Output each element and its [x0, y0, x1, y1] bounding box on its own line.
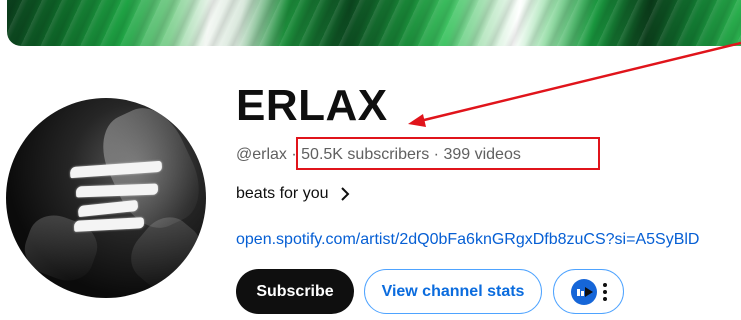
channel-description[interactable]: beats for you — [236, 184, 351, 204]
chevron-right-icon — [340, 187, 349, 201]
annotation-highlight-box — [296, 137, 600, 170]
channel-avatar[interactable] — [6, 98, 206, 298]
avatar-stroke — [73, 217, 145, 232]
view-channel-stats-button[interactable]: View channel stats — [364, 269, 542, 314]
description-text: beats for you — [236, 185, 329, 202]
avatar-stroke — [77, 199, 139, 218]
channel-banner — [7, 0, 741, 46]
extension-button[interactable] — [553, 269, 624, 314]
channel-handle: @erlax — [236, 146, 287, 163]
subscribe-button[interactable]: Subscribe — [236, 269, 354, 314]
annotation-arrow-head — [408, 114, 426, 127]
extension-logo-icon — [570, 278, 597, 305]
channel-name: ERLAX — [236, 81, 388, 130]
annotation-arrow-line — [419, 41, 741, 123]
channel-link[interactable]: open.spotify.com/artist/2dQ0bFa6knGRgxDf… — [236, 230, 699, 250]
more-vertical-icon[interactable] — [602, 282, 607, 301]
